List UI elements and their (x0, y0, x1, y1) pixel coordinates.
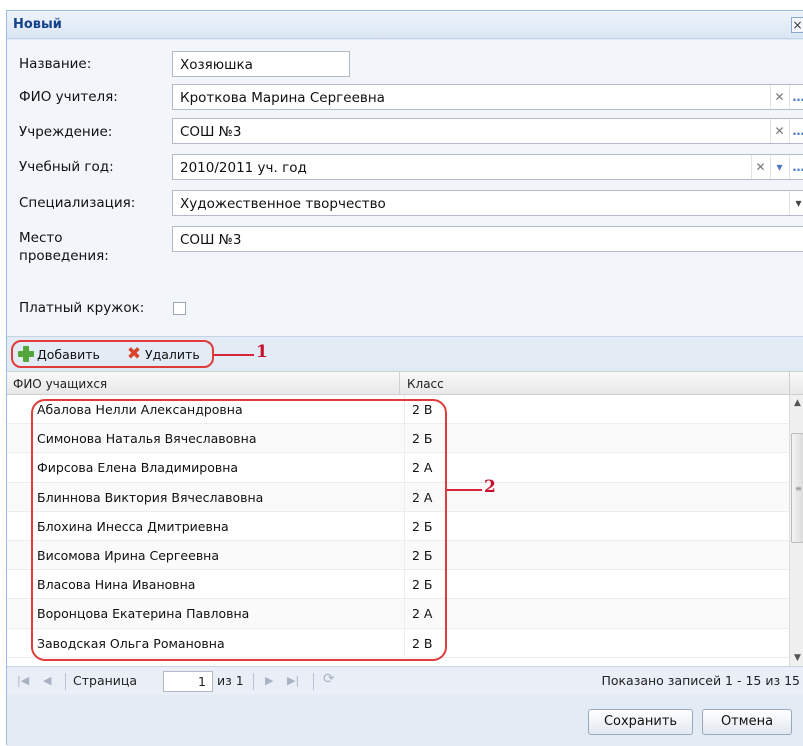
pager-separator (65, 673, 66, 690)
annotation-number-1: 1 (256, 342, 268, 362)
annotation-number-2: 2 (484, 477, 496, 497)
clear-icon[interactable]: ✕ (770, 85, 788, 109)
annotation-box-list (31, 399, 447, 661)
save-button[interactable]: Сохранить (588, 709, 693, 735)
place-label: Место проведения: (19, 230, 109, 264)
teacher-input[interactable]: Кроткова Марина Сергеевна ✕ … (172, 84, 803, 110)
institution-input[interactable]: СОШ №3 ✕ … (172, 118, 803, 144)
year-label: Учебный год: (19, 159, 114, 175)
paid-checkbox[interactable] (173, 302, 186, 315)
column-header-class[interactable]: Класс (407, 377, 444, 391)
prev-page-icon[interactable]: ◀ (43, 674, 51, 687)
dialog-window: Новый × Название: Хозяюшка ФИО учителя: … (6, 10, 803, 746)
specialization-value: Художественное творчество (180, 196, 386, 212)
year-input[interactable]: 2010/2011 уч. год ✕ ▾ … (172, 154, 803, 180)
column-header-student[interactable]: ФИО учащихся (13, 377, 107, 391)
form-row-place: Место проведения: СОШ №3 (19, 220, 803, 278)
place-input[interactable]: СОШ №3 (172, 226, 803, 252)
student-grid: Абалова Нелли Александровна 2 В Симонова … (7, 395, 789, 666)
institution-label: Учреждение: (19, 124, 113, 140)
grid-scrollbar[interactable]: ▲ ≡ ▼ (789, 395, 803, 666)
clear-icon[interactable]: ✕ (770, 119, 788, 143)
annotation-line-2 (447, 489, 482, 491)
teacher-value: Кроткова Марина Сергеевна (180, 90, 385, 106)
column-separator (789, 372, 790, 395)
pager-separator (313, 673, 314, 690)
pager-separator (253, 673, 254, 690)
title-bar[interactable]: Новый × (7, 11, 803, 39)
form-panel: Название: Хозяюшка ФИО учителя: Кроткова… (7, 40, 803, 336)
browse-icon[interactable]: … (789, 119, 803, 143)
browse-icon[interactable]: … (789, 155, 803, 179)
form-row-specialization: Специализация: Художественное творчество… (19, 184, 803, 220)
grip-icon: ≡ (795, 484, 802, 493)
next-page-icon[interactable]: ▶ (265, 674, 273, 687)
scroll-down-icon[interactable]: ▼ (790, 650, 803, 666)
form-row-institution: Учреждение: СОШ №3 ✕ … (19, 112, 803, 148)
scroll-up-icon[interactable]: ▲ (790, 395, 803, 411)
form-row-teacher: ФИО учителя: Кроткова Марина Сергеевна ✕… (19, 76, 803, 112)
chevron-down-icon[interactable]: ▾ (770, 155, 788, 179)
annotation-line-1 (214, 354, 254, 356)
refresh-icon[interactable]: ⟳ (323, 671, 335, 687)
form-row-paid: Платный кружок: (19, 290, 319, 320)
dialog-footer: Сохранить Отмена (7, 695, 803, 746)
form-row-name: Название: Хозяюшка (19, 40, 799, 77)
cancel-button[interactable]: Отмена (702, 709, 792, 735)
specialization-select[interactable]: Художественное творчество ▾ (172, 190, 803, 216)
close-button[interactable]: × (791, 17, 803, 33)
records-status: Показано записей 1 - 15 из 15 (601, 673, 800, 688)
clear-icon[interactable]: ✕ (751, 155, 769, 179)
form-row-year: Учебный год: 2010/2011 уч. год ✕ ▾ … (19, 148, 803, 184)
scrollbar-thumb[interactable]: ≡ (791, 433, 803, 543)
year-value: 2010/2011 уч. год (180, 160, 307, 176)
column-separator (399, 372, 400, 395)
institution-value: СОШ №3 (180, 124, 242, 140)
browse-icon[interactable]: … (789, 85, 803, 109)
annotation-box-toolbar (11, 340, 214, 368)
paging-toolbar: |◀ ◀ Страница 1 из 1 ▶ ▶| ⟳ Показано зап… (7, 666, 803, 695)
page-number-input[interactable]: 1 (163, 671, 213, 692)
grid-header: ФИО учащихся Класс (7, 371, 803, 395)
name-input[interactable]: Хозяюшка (172, 51, 350, 77)
last-page-icon[interactable]: ▶| (287, 674, 299, 687)
page-count: из 1 (217, 673, 244, 688)
grid-toolbar: Добавить ✖ Удалить 1 (7, 336, 803, 368)
name-label: Название: (19, 56, 92, 72)
paid-label: Платный кружок: (19, 300, 145, 316)
teacher-label: ФИО учителя: (19, 89, 118, 105)
dialog-title: Новый (13, 17, 62, 32)
chevron-down-icon[interactable]: ▾ (789, 191, 803, 215)
specialization-label: Специализация: (19, 195, 136, 211)
first-page-icon[interactable]: |◀ (17, 674, 29, 687)
page-label: Страница (73, 673, 138, 688)
